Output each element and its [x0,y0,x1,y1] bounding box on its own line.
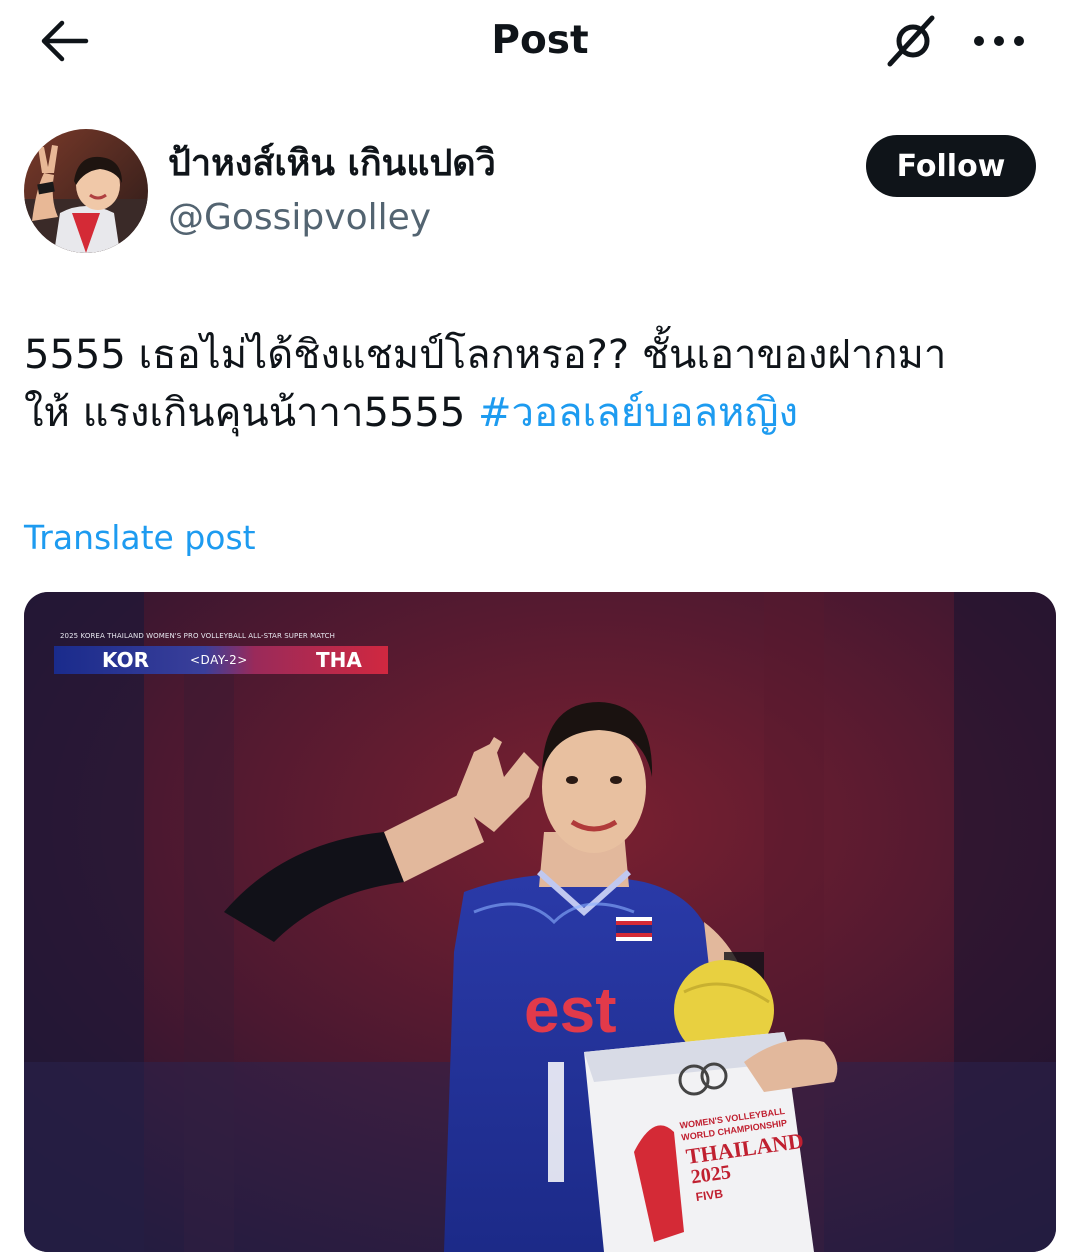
scoreboard-team-left: KOR [102,648,150,672]
post-text-line-2: ให้ แรงเกินคุนน้าาา5555 [24,390,466,436]
avatar-image [24,129,148,253]
hashtag-link[interactable]: #วอลเลย์บอลหญิง [478,390,798,436]
post-text-line-1: 5555 เธอไม่ได้ชิงแชมป์โลกหรอ?? ชั้นเอาขอ… [24,332,947,378]
author-row: ป้าหงส์เหิน เกินแปดวิ @Gossipvolley Foll… [0,125,1080,265]
match-scoreboard-overlay: 2025 KOREA THAILAND WOMEN'S PRO VOLLEYBA… [54,628,388,678]
jersey-sponsor-logo: est [524,974,617,1046]
follow-button[interactable]: Follow [866,135,1036,197]
post-text: 5555 เธอไม่ได้ชิงแชมป์โลกหรอ?? ชั้นเอาขอ… [24,326,1054,442]
translate-post-link[interactable]: Translate post [24,516,256,560]
post-media-image[interactable]: est WOMEN'S VOLLEYBALL WORLD CHAMPIONSHI… [24,592,1056,1252]
author-handle[interactable]: @Gossipvolley [168,195,431,241]
more-horizontal-icon [974,36,1024,46]
top-bar: Post [0,0,1080,84]
avatar[interactable] [24,129,148,253]
author-display-name[interactable]: ป้าหงส์เหิน เกินแปดวิ [168,141,496,187]
scoreboard-day: <DAY-2> [190,653,248,667]
grok-icon [887,15,935,67]
scoreboard-title: 2025 KOREA THAILAND WOMEN'S PRO VOLLEYBA… [60,632,335,640]
scoreboard-team-right: THA [316,648,362,672]
more-options-button[interactable] [964,16,1034,66]
media-photo: est WOMEN'S VOLLEYBALL WORLD CHAMPIONSHI… [24,592,1056,1252]
grok-button[interactable] [880,12,944,72]
